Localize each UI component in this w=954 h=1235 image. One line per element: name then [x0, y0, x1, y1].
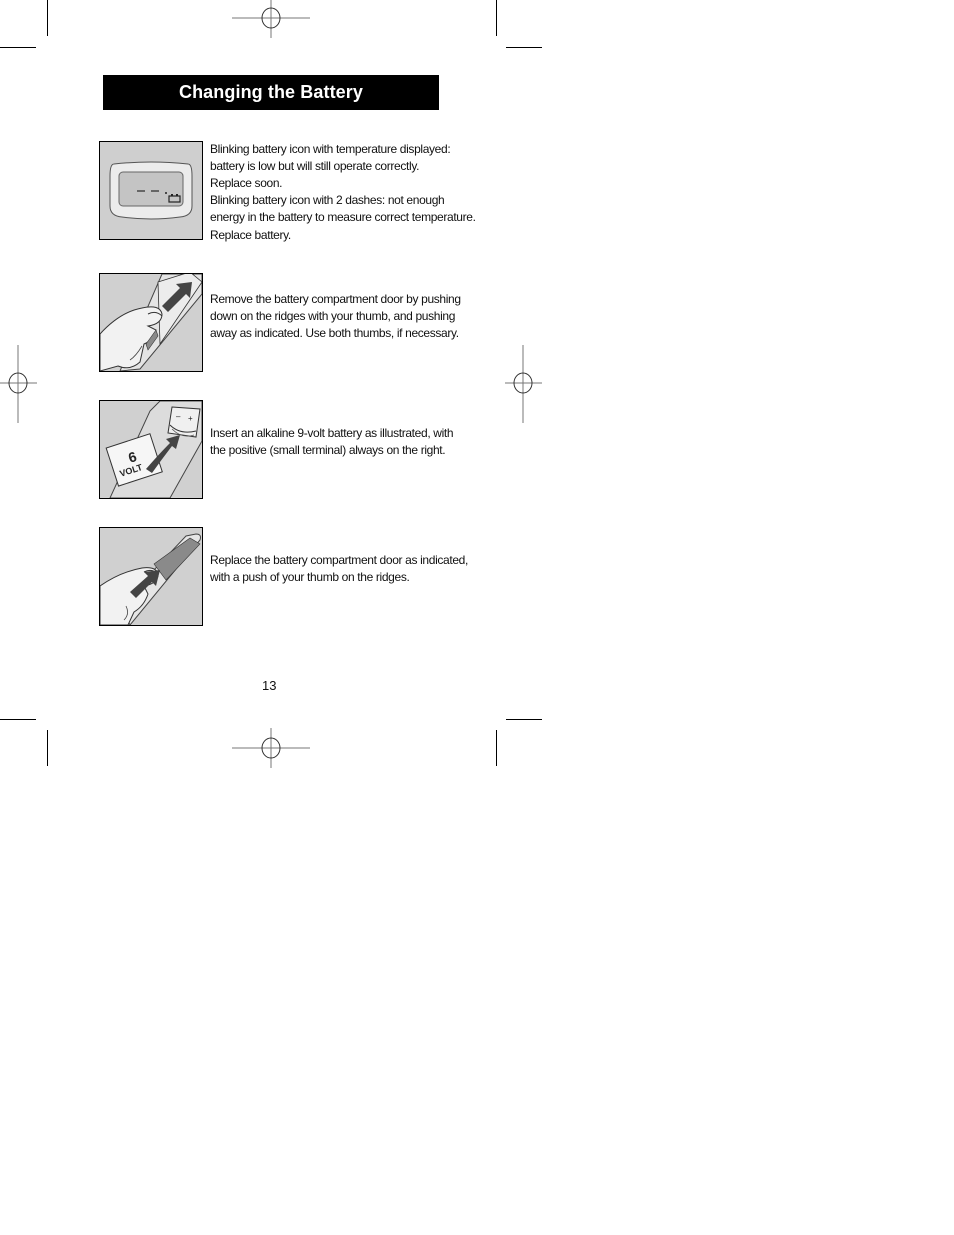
step-1-line: Replace soon.: [210, 176, 283, 190]
step-2-line: Remove the battery compartment door by p…: [210, 292, 461, 306]
crop-mark-top-right-horizontal: [506, 47, 542, 48]
step-1-text: Blinking battery icon with temperature d…: [210, 141, 480, 244]
step-4-line: with a push of your thumb on the ridges.: [210, 570, 410, 584]
step-1-line: Blinking battery icon with temperature d…: [210, 142, 451, 156]
lcd-display-illustration: [99, 141, 203, 240]
crop-mark-top-left-vertical: [47, 0, 48, 36]
step-1-line: Blinking battery icon with 2 dashes: not…: [210, 193, 445, 207]
remove-battery-door-illustration: [99, 273, 203, 372]
plus-terminal-label: +: [188, 414, 193, 423]
insert-9-volt-battery-illustration: – + 9 VOLT: [99, 400, 203, 499]
step-1-line: energy in the battery to measure correct…: [210, 210, 476, 224]
crop-mark-bottom-left-horizontal: [0, 719, 36, 720]
step-1-line: battery is low but will still operate co…: [210, 159, 420, 173]
step-3-text: Insert an alkaline 9-volt battery as ill…: [210, 425, 480, 459]
registration-mark-bottom: [232, 728, 310, 768]
page-title-text: Changing the Battery: [178, 82, 363, 102]
step-1-line: Replace battery.: [210, 228, 291, 242]
crop-mark-bottom-right-horizontal: [506, 719, 542, 720]
step-2-line: down on the ridges with your thumb, and …: [210, 309, 456, 323]
crop-mark-top-left-horizontal: [0, 47, 36, 48]
step-4-text: Replace the battery compartment door as …: [210, 552, 480, 586]
step-4-line: Replace the battery compartment door as …: [210, 553, 468, 567]
step-2-line: away as indicated. Use both thumbs, if n…: [210, 326, 459, 340]
replace-battery-door-illustration: [99, 527, 203, 626]
page-title: Changing the Battery: [103, 75, 439, 110]
registration-mark-right: [505, 345, 542, 423]
page-number: 13: [262, 678, 277, 693]
step-3-line: Insert an alkaline 9-volt battery as ill…: [210, 426, 454, 440]
step-3-line: the positive (small terminal) always on …: [210, 443, 446, 457]
step-2-text: Remove the battery compartment door by p…: [210, 291, 480, 342]
minus-terminal-label: –: [176, 412, 181, 421]
registration-mark-left: [0, 345, 37, 423]
crop-mark-bottom-left-vertical: [47, 730, 48, 766]
crop-mark-bottom-right-vertical: [496, 730, 497, 766]
registration-mark-top: [232, 0, 310, 38]
crop-mark-top-right-vertical: [496, 0, 497, 36]
